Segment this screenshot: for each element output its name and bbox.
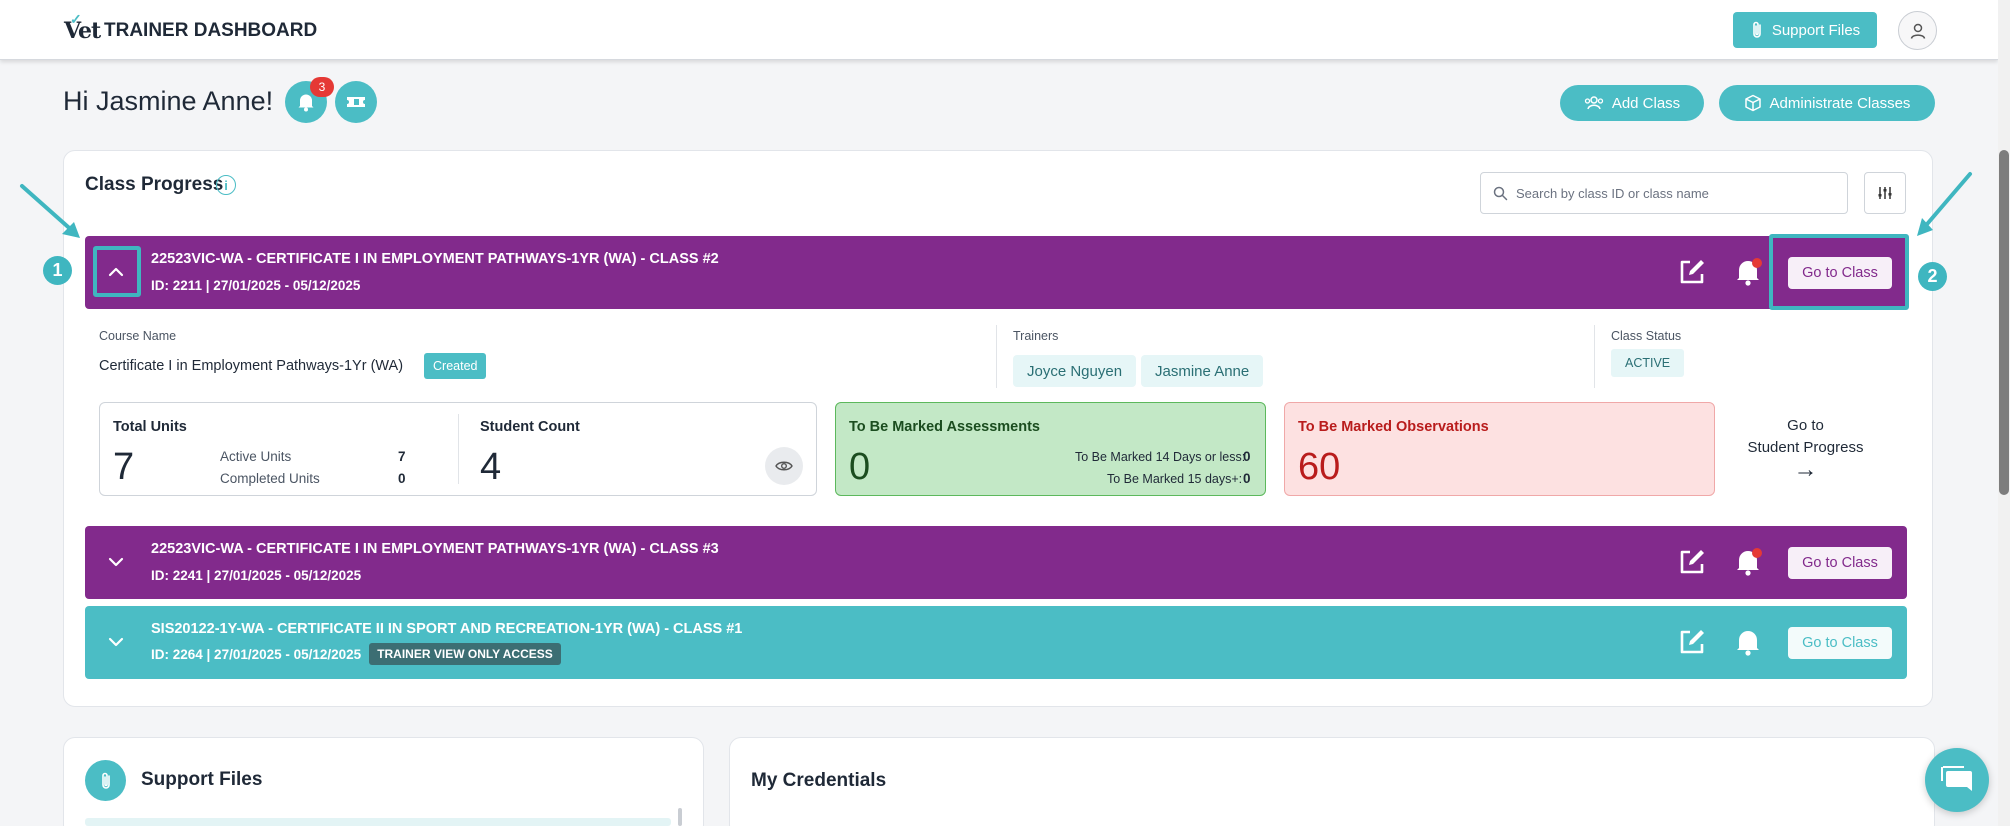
course-name-label: Course Name <box>99 329 177 343</box>
eye-icon <box>775 461 793 471</box>
class-title: SIS20122-1Y-WA - CERTIFICATE II IN SPORT… <box>151 621 743 637</box>
completed-units-value: 0 <box>398 471 406 486</box>
edit-icon <box>1680 630 1704 654</box>
view-students-button[interactable] <box>765 447 803 485</box>
observations-value: 60 <box>1298 446 1341 488</box>
annotation-arrows <box>20 172 1972 238</box>
class-id-dates: ID: 2264 | 27/01/2025 - 05/12/2025 TRAIN… <box>151 643 561 665</box>
class-notification-button[interactable] <box>1733 627 1763 657</box>
completed-units-label: Completed Units <box>220 471 320 486</box>
class-row-2241[interactable]: 22523VIC-WA - CERTIFICATE I IN EMPLOYMEN… <box>85 526 1907 599</box>
class-status-label: Class Status <box>1611 329 1682 343</box>
top-bar: ✓ Vet TRAINER DASHBOARD Support Files <box>0 0 1998 60</box>
support-files-scrollbar[interactable] <box>678 808 682 826</box>
ticket-icon <box>347 97 365 107</box>
edit-icon <box>1680 550 1704 574</box>
edit-class-button[interactable] <box>1677 257 1707 287</box>
course-name: Certificate I in Employment Pathways-1Yr… <box>99 358 404 374</box>
go-to-class-button[interactable]: Go to Class <box>1788 547 1892 579</box>
paperclip-icon <box>1753 21 1761 38</box>
class-row-2264[interactable]: SIS20122-1Y-WA - CERTIFICATE II IN SPORT… <box>85 606 1907 679</box>
trainers-label: Trainers <box>1013 329 1059 343</box>
divider <box>458 414 459 484</box>
support-files-title: Support Files <box>141 769 263 790</box>
student-count-value: 4 <box>480 446 502 488</box>
course-status-chip: Created <box>424 353 487 379</box>
chevron-down-icon <box>108 557 124 567</box>
edit-class-button[interactable] <box>1677 627 1707 657</box>
expand-toggle[interactable] <box>106 632 126 652</box>
class-title: 22523VIC-WA - CERTIFICATE I IN EMPLOYMEN… <box>151 541 719 557</box>
student-count-label: Student Count <box>480 419 580 435</box>
user-icon <box>1910 23 1925 39</box>
support-files-button[interactable]: Support Files <box>1733 12 1877 48</box>
divider <box>996 325 997 388</box>
chat-icon <box>1941 766 1972 791</box>
class-notification-button[interactable] <box>1733 257 1763 287</box>
arrow-right-icon: → <box>1793 456 1818 483</box>
support-file-item[interactable] <box>85 818 671 826</box>
annotation-badge-1: 1 <box>43 256 72 285</box>
unread-dot <box>1752 258 1762 268</box>
assessments-14-label: To Be Marked 14 Days or less: <box>1075 450 1246 464</box>
annotation-badge-2: 2 <box>1918 262 1947 291</box>
bell-icon <box>1737 631 1759 656</box>
bell-icon <box>298 94 314 112</box>
chevron-down-icon <box>108 637 124 647</box>
class-id-dates: ID: 2211 | 27/01/2025 - 05/12/2025 <box>151 278 361 293</box>
assessments-value: 0 <box>849 446 871 488</box>
trainer-view-only-badge: TRAINER VIEW ONLY ACCESS <box>369 643 561 665</box>
edit-icon <box>1680 260 1704 284</box>
edit-class-button[interactable] <box>1677 547 1707 577</box>
trainer-chip: Joyce Nguyen <box>1013 355 1137 387</box>
assessments-label: To Be Marked Assessments <box>849 419 1040 435</box>
class-title: 22523VIC-WA - CERTIFICATE I IN EMPLOYMEN… <box>151 251 719 267</box>
highlight-go-to-class <box>1769 234 1909 310</box>
divider <box>1594 325 1595 388</box>
app-title: TRAINER DASHBOARD <box>104 20 318 41</box>
credentials-card <box>729 737 1935 826</box>
vet-logo[interactable]: ✓ Vet <box>64 12 101 44</box>
total-units-value: 7 <box>113 446 135 488</box>
observations-box[interactable] <box>1284 402 1715 496</box>
assessments-15-label: To Be Marked 15 days+: <box>1107 472 1243 486</box>
go-to-student-progress-link[interactable]: Go to Student Progress → <box>1738 415 1873 483</box>
class-status-chip: ACTIVE <box>1611 349 1685 377</box>
page-scrollbar-thumb[interactable] <box>1999 150 2009 495</box>
active-units-label: Active Units <box>220 449 292 464</box>
administrate-classes-button[interactable]: Administrate Classes <box>1719 85 1935 121</box>
chat-button[interactable] <box>1925 748 1989 812</box>
trainer-chip: Jasmine Anne <box>1141 355 1264 387</box>
greeting-text: Hi Jasmine Anne! <box>63 86 274 116</box>
go-to-class-button[interactable]: Go to Class <box>1788 627 1892 659</box>
assessments-14-value: 0 <box>1243 449 1251 464</box>
add-class-button[interactable]: Add Class <box>1560 85 1704 121</box>
paperclip-icon <box>85 760 126 801</box>
active-units-value: 7 <box>398 449 406 464</box>
notification-count-badge: 3 <box>310 77 334 97</box>
expand-toggle[interactable] <box>106 552 126 572</box>
highlight-collapse-toggle <box>93 246 141 297</box>
cube-icon <box>1744 94 1761 112</box>
total-units-label: Total Units <box>113 419 187 435</box>
users-icon <box>1584 96 1603 110</box>
observations-label: To Be Marked Observations <box>1298 419 1489 435</box>
unread-dot <box>1752 548 1762 558</box>
assessments-15-value: 0 <box>1243 471 1251 486</box>
class-notification-button[interactable] <box>1733 547 1763 577</box>
user-avatar[interactable] <box>1898 11 1937 50</box>
tickets-button[interactable] <box>335 81 377 123</box>
credentials-title: My Credentials <box>751 770 887 791</box>
class-id-dates: ID: 2241 | 27/01/2025 - 05/12/2025 <box>151 568 362 583</box>
